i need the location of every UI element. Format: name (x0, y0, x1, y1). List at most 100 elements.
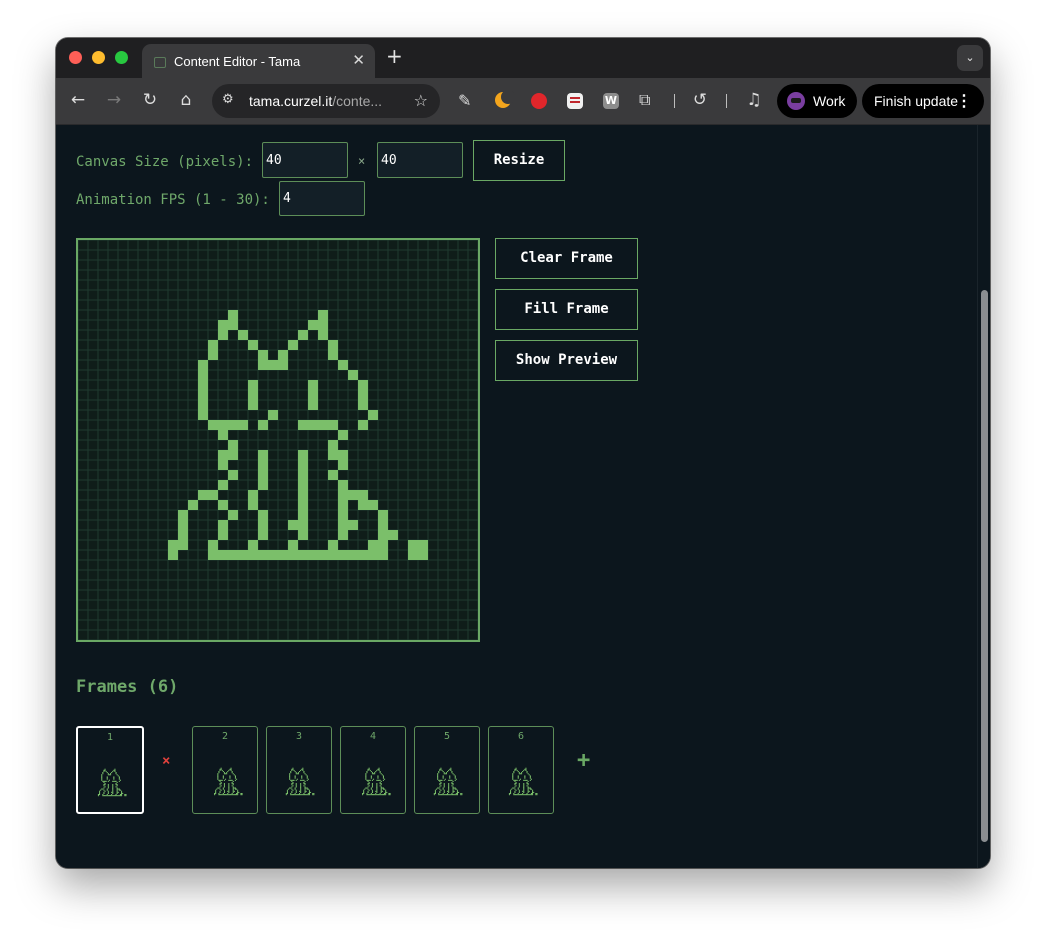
clear-frame-button[interactable]: Clear Frame (495, 238, 638, 279)
pixel (222, 787, 224, 789)
fps-input[interactable] (279, 181, 365, 216)
pixel (452, 787, 454, 789)
pixel (452, 794, 454, 796)
maximize-window-button[interactable] (115, 51, 128, 64)
pixel (527, 788, 529, 790)
pixel (108, 795, 110, 797)
edit-extension-icon[interactable]: ✎ (458, 91, 471, 110)
browser-tab[interactable]: Content Editor - Tama ✕ (142, 44, 375, 78)
pixel (448, 785, 450, 787)
pixel (99, 792, 101, 794)
scrollbar[interactable] (977, 125, 990, 868)
fill-frame-button[interactable]: Fill Frame (495, 289, 638, 330)
pixel (379, 772, 381, 774)
resize-button[interactable]: Resize (473, 140, 565, 181)
tab-close-icon[interactable]: ✕ (352, 51, 365, 69)
back-arrow-icon[interactable]: ← (68, 90, 88, 110)
frame-thumbnail[interactable]: 6 (488, 726, 554, 814)
delete-frame-button[interactable]: × (162, 753, 170, 769)
pixel (303, 783, 305, 785)
pixel (112, 786, 114, 788)
pixel (318, 330, 328, 340)
profile-button[interactable]: Work (777, 84, 857, 118)
pixel (102, 788, 104, 790)
address-bar[interactable]: ⚙ tama.curzel.it/conte... ☆ (212, 84, 440, 118)
pixel (241, 793, 243, 795)
pixel (292, 789, 294, 791)
pixel (526, 783, 528, 785)
pixel (448, 794, 450, 796)
pixel (119, 789, 121, 791)
pixel (107, 780, 109, 782)
pixel (379, 779, 381, 781)
pixel (303, 793, 305, 795)
pixel (454, 776, 456, 778)
pixel (308, 791, 310, 793)
pixel (289, 775, 291, 777)
frame-thumbnail[interactable]: 3 (266, 726, 332, 814)
pixel (443, 779, 445, 781)
tab-search-chevron-icon[interactable]: ⌄ (957, 45, 983, 71)
scrollbar-thumb[interactable] (981, 290, 988, 842)
more-menu-icon[interactable]: ⋮ (956, 91, 972, 111)
pixel (305, 787, 307, 789)
pixel (440, 768, 442, 770)
pixel (219, 788, 221, 790)
pixel (300, 779, 302, 781)
home-icon[interactable]: ⌂ (176, 90, 196, 110)
pixel (455, 788, 457, 790)
pixel (512, 775, 514, 777)
pixel (217, 774, 219, 776)
media-playlist-icon[interactable]: ♫ (744, 90, 764, 110)
pixel (450, 779, 452, 781)
pixel (303, 794, 305, 796)
pixel (517, 794, 519, 796)
pixel (456, 794, 458, 796)
pixel (220, 794, 222, 796)
new-tab-button[interactable]: + (386, 44, 403, 68)
list-extension-icon[interactable] (567, 93, 583, 109)
frame-thumbnail[interactable]: 4 (340, 726, 406, 814)
pixel-canvas[interactable] (78, 240, 478, 640)
pixel (510, 793, 512, 795)
frame-thumbnail[interactable]: 1 (76, 726, 144, 814)
frame-thumbnail[interactable]: 2 (192, 726, 258, 814)
frame-preview (508, 767, 538, 796)
canvas-width-input[interactable] (262, 142, 348, 178)
pixel (379, 794, 381, 796)
minimize-window-button[interactable] (92, 51, 105, 64)
site-settings-icon[interactable]: ⚙ (222, 92, 234, 107)
pixel (328, 440, 338, 450)
bookmark-star-icon[interactable]: ☆ (414, 91, 428, 110)
forward-arrow-icon[interactable]: → (104, 90, 124, 110)
canvas-height-input[interactable] (377, 142, 463, 178)
pixel (218, 779, 220, 781)
url-text[interactable]: tama.curzel.it/conte... (249, 93, 382, 109)
dark-mode-extension-icon[interactable] (495, 90, 515, 108)
pixel (338, 360, 348, 370)
pixel (368, 540, 378, 550)
pixel (234, 787, 236, 789)
pixel (220, 782, 222, 784)
block-extension-icon[interactable] (531, 93, 547, 109)
pixel (433, 793, 435, 795)
pixel (114, 770, 116, 772)
pixel (219, 791, 221, 793)
frame-thumbnail[interactable]: 5 (414, 726, 480, 814)
pixel (370, 775, 372, 777)
pixel (439, 794, 441, 796)
pixel (376, 794, 378, 796)
pixel (368, 410, 378, 420)
show-preview-button[interactable]: Show Preview (495, 340, 638, 381)
w-extension-icon[interactable]: W (603, 93, 619, 109)
pixel (103, 784, 105, 786)
history-icon[interactable]: ↺ (690, 90, 710, 110)
reload-icon[interactable]: ↻ (140, 90, 160, 110)
extensions-puzzle-icon[interactable]: ⧉ (639, 90, 650, 110)
close-window-button[interactable] (69, 51, 82, 64)
pixel-canvas-editor[interactable] (76, 238, 480, 642)
finish-update-button[interactable]: Finish update ⋮ (862, 84, 984, 118)
pixel (379, 785, 381, 787)
pixel (114, 780, 116, 782)
add-frame-button[interactable]: + (577, 748, 590, 773)
